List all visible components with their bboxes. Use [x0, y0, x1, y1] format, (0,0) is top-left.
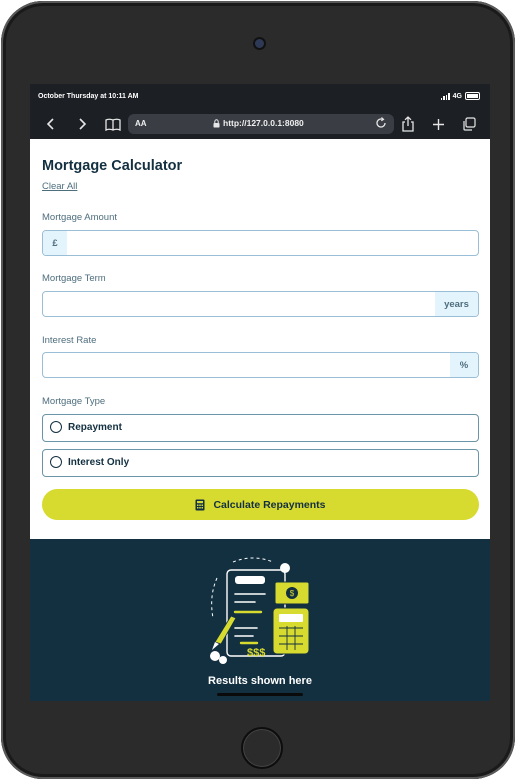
- share-icon[interactable]: [399, 115, 417, 133]
- mortgage-term-field: years: [42, 291, 479, 317]
- calculator-icon: [195, 499, 205, 510]
- clear-all-link[interactable]: Clear All: [42, 181, 77, 192]
- status-indicators: 4G: [440, 92, 480, 100]
- tabs-icon[interactable]: [460, 115, 478, 133]
- mortgage-amount-label: Mortgage Amount: [42, 212, 117, 223]
- radio-label-repayment: Repayment: [68, 422, 122, 433]
- interest-rate-input[interactable]: [43, 353, 449, 377]
- svg-text:$: $: [290, 589, 295, 598]
- address-bar[interactable]: AA http://127.0.0.1:8080: [128, 114, 394, 134]
- battery-icon: [465, 92, 480, 100]
- tablet-frame: October Thursday at 10:11 AM 4G AA http:…: [0, 0, 518, 782]
- reader-aa-button[interactable]: AA: [135, 119, 147, 128]
- page-title: Mortgage Calculator: [42, 158, 183, 174]
- home-indicator: [217, 693, 303, 696]
- calculate-repayments-button[interactable]: Calculate Repayments: [42, 489, 479, 520]
- radio-option-interest-only[interactable]: Interest Only: [42, 449, 479, 477]
- calculator-form: Mortgage Calculator Clear All Mortgage A…: [30, 139, 490, 539]
- tablet-body: October Thursday at 10:11 AM 4G AA http:…: [1, 1, 515, 779]
- home-button[interactable]: [241, 727, 283, 769]
- mortgage-amount-input[interactable]: [67, 231, 477, 255]
- interest-rate-field: %: [42, 352, 479, 378]
- status-bar: October Thursday at 10:11 AM 4G: [30, 84, 490, 110]
- signal-icon: [440, 92, 450, 100]
- mortgage-amount-field: £: [42, 230, 479, 256]
- calculate-button-label: Calculate Repayments: [213, 498, 326, 511]
- url-text: http://127.0.0.1:8080: [223, 118, 304, 128]
- url-display: http://127.0.0.1:8080: [213, 118, 304, 128]
- chevron-right-icon[interactable]: [73, 115, 91, 133]
- camera-icon: [255, 39, 264, 48]
- years-suffix: years: [435, 292, 478, 316]
- plus-icon[interactable]: [429, 115, 447, 133]
- reload-icon[interactable]: [374, 116, 388, 132]
- percent-suffix: %: [450, 353, 478, 377]
- network-label: 4G: [452, 92, 462, 100]
- radio-circle-icon[interactable]: [50, 421, 62, 433]
- interest-rate-label: Interest Rate: [42, 335, 97, 346]
- radio-option-repayment[interactable]: Repayment: [42, 414, 479, 442]
- mortgage-type-label: Mortgage Type: [42, 396, 106, 407]
- status-time: October Thursday at 10:11 AM: [38, 93, 139, 100]
- mortgage-term-label: Mortgage Term: [42, 273, 106, 284]
- results-panel: $ $$$ Results shown here: [30, 539, 490, 701]
- results-empty-title: Results shown here: [208, 675, 312, 687]
- browser-toolbar: AA http://127.0.0.1:8080: [30, 110, 490, 139]
- chevron-left-icon[interactable]: [42, 115, 60, 133]
- radio-circle-icon[interactable]: [50, 456, 62, 468]
- screen: October Thursday at 10:11 AM 4G AA http:…: [30, 84, 490, 701]
- currency-prefix: £: [43, 231, 67, 255]
- radio-label-interest-only: Interest Only: [68, 457, 130, 468]
- book-icon[interactable]: [104, 115, 122, 133]
- results-illustration: $ $$$: [210, 557, 310, 664]
- lock-icon: [213, 118, 220, 127]
- mortgage-term-input[interactable]: [43, 292, 435, 316]
- svg-text:$$$: $$$: [247, 647, 265, 659]
